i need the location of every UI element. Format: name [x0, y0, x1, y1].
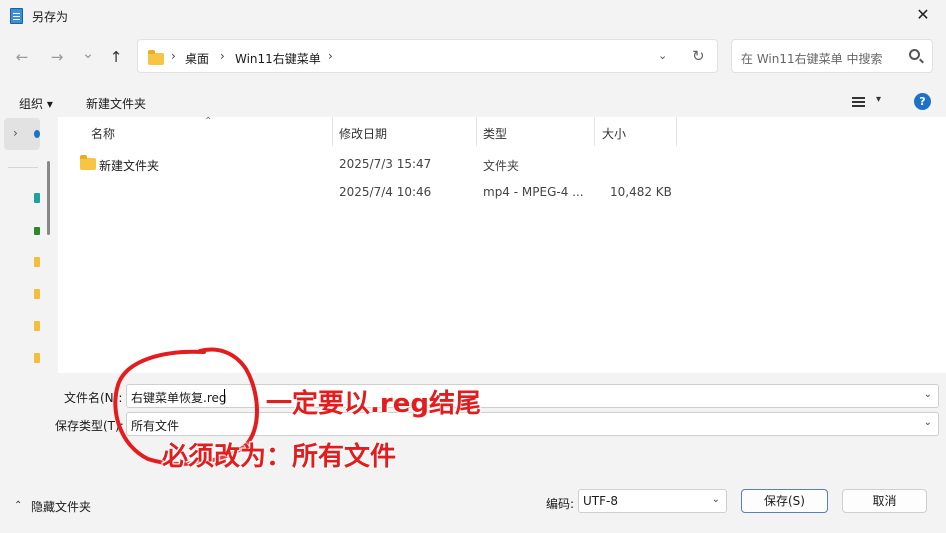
file-name: 新建文件夹 — [99, 159, 160, 173]
folder-icon[interactable] — [34, 257, 40, 267]
help-icon[interactable]: ? — [914, 93, 931, 110]
folder-icon[interactable] — [34, 353, 40, 363]
search-icon[interactable] — [909, 49, 920, 60]
organize-menu[interactable]: 组织 ▾ — [19, 95, 53, 112]
column-header-date[interactable]: 修改日期 — [339, 125, 387, 142]
encoding-selected-value[interactable]: UTF-8 — [583, 494, 618, 508]
folder-icon[interactable] — [34, 289, 40, 299]
column-header-name[interactable]: 名称 — [91, 125, 115, 142]
search-box[interactable]: 在 Win11右键菜单 中搜索 — [731, 39, 933, 73]
up-button[interactable]: ↑ — [105, 46, 127, 68]
annotation-reg-ending: 一定要以.reg结尾 — [266, 389, 481, 419]
main-area: › ⌃ 名称 修改日期 类型 大小 新建文件夹 2025/7/3 15:47 文… — [0, 116, 946, 373]
column-divider[interactable] — [476, 117, 477, 146]
breadcrumb-current-folder[interactable]: Win11右键菜单 — [235, 50, 321, 67]
cancel-button[interactable]: 取消 — [842, 489, 927, 513]
nav-item-icon[interactable] — [34, 193, 40, 203]
view-options-icon[interactable] — [852, 97, 865, 107]
encoding-dropdown-icon[interactable]: ⌄ — [712, 494, 720, 505]
column-divider[interactable] — [332, 117, 333, 146]
window-title: 另存为 — [32, 10, 69, 24]
file-size: 10,482 KB — [610, 185, 672, 199]
collapse-chevron-icon[interactable]: ⌃ — [14, 500, 22, 511]
save-button[interactable]: 保存(S) — [741, 489, 828, 513]
command-bar: 组织 ▾ 新建文件夹 ▾ ? — [0, 88, 946, 116]
search-input[interactable]: 在 Win11右键菜单 中搜索 — [741, 50, 882, 67]
breadcrumb-separator: › — [220, 49, 225, 63]
cloud-icon — [34, 130, 40, 138]
refresh-icon[interactable]: ↻ — [692, 47, 705, 65]
nav-item-icon[interactable] — [34, 227, 40, 235]
encoding-label: 编码: — [546, 497, 575, 511]
breadcrumb-separator[interactable]: › — [328, 49, 333, 63]
recent-locations-button[interactable]: ⌄ — [77, 42, 99, 64]
expand-chevron-icon[interactable]: › — [13, 126, 18, 140]
address-history-dropdown[interactable]: ⌄ — [658, 49, 667, 62]
column-header-type[interactable]: 类型 — [483, 125, 507, 142]
back-button[interactable]: ← — [11, 46, 33, 68]
breadcrumb-separator: › — [171, 49, 176, 63]
new-folder-button[interactable]: 新建文件夹 — [86, 95, 146, 112]
navigation-pane: › — [0, 117, 58, 373]
encoding-select[interactable]: UTF-8 ⌄ — [578, 489, 727, 513]
folder-icon[interactable] — [34, 321, 40, 331]
notepad-icon — [10, 8, 23, 24]
nav-pane-scrollbar[interactable] — [47, 161, 50, 235]
breadcrumb-desktop[interactable]: 桌面 — [185, 50, 209, 67]
view-options-dropdown[interactable]: ▾ — [876, 94, 881, 105]
file-date: 2025/7/3 15:47 — [339, 157, 432, 171]
column-divider[interactable] — [594, 117, 595, 146]
address-bar[interactable]: › 桌面 › Win11右键菜单 › ⌄ ↻ — [137, 39, 718, 73]
title-bar: 另存为 ✕ — [0, 0, 946, 32]
folder-icon — [148, 50, 164, 65]
forward-button[interactable]: → — [46, 46, 68, 68]
filename-history-dropdown[interactable]: ⌄ — [924, 389, 932, 400]
sort-ascending-icon: ⌃ — [204, 116, 213, 127]
column-divider[interactable] — [676, 117, 677, 146]
folder-icon — [80, 155, 96, 170]
filetype-dropdown-icon[interactable]: ⌄ — [924, 417, 932, 428]
file-type: mp4 - MPEG-4 ... — [483, 185, 584, 199]
file-list: ⌃ 名称 修改日期 类型 大小 新建文件夹 2025/7/3 15:47 文件夹… — [58, 116, 946, 373]
file-date: 2025/7/4 10:46 — [339, 185, 432, 199]
hide-folders-button[interactable]: 隐藏文件夹 — [31, 498, 91, 515]
file-type: 文件夹 — [483, 159, 520, 173]
column-header-size[interactable]: 大小 — [602, 125, 626, 142]
nav-pane-divider — [8, 167, 38, 168]
navigation-bar: ← → ⌄ ↑ › 桌面 › Win11右键菜单 › ⌄ ↻ 在 Win11右键… — [0, 38, 946, 78]
annotation-all-files: 必须改为：所有文件 — [162, 442, 397, 472]
close-button[interactable]: ✕ — [900, 0, 946, 32]
